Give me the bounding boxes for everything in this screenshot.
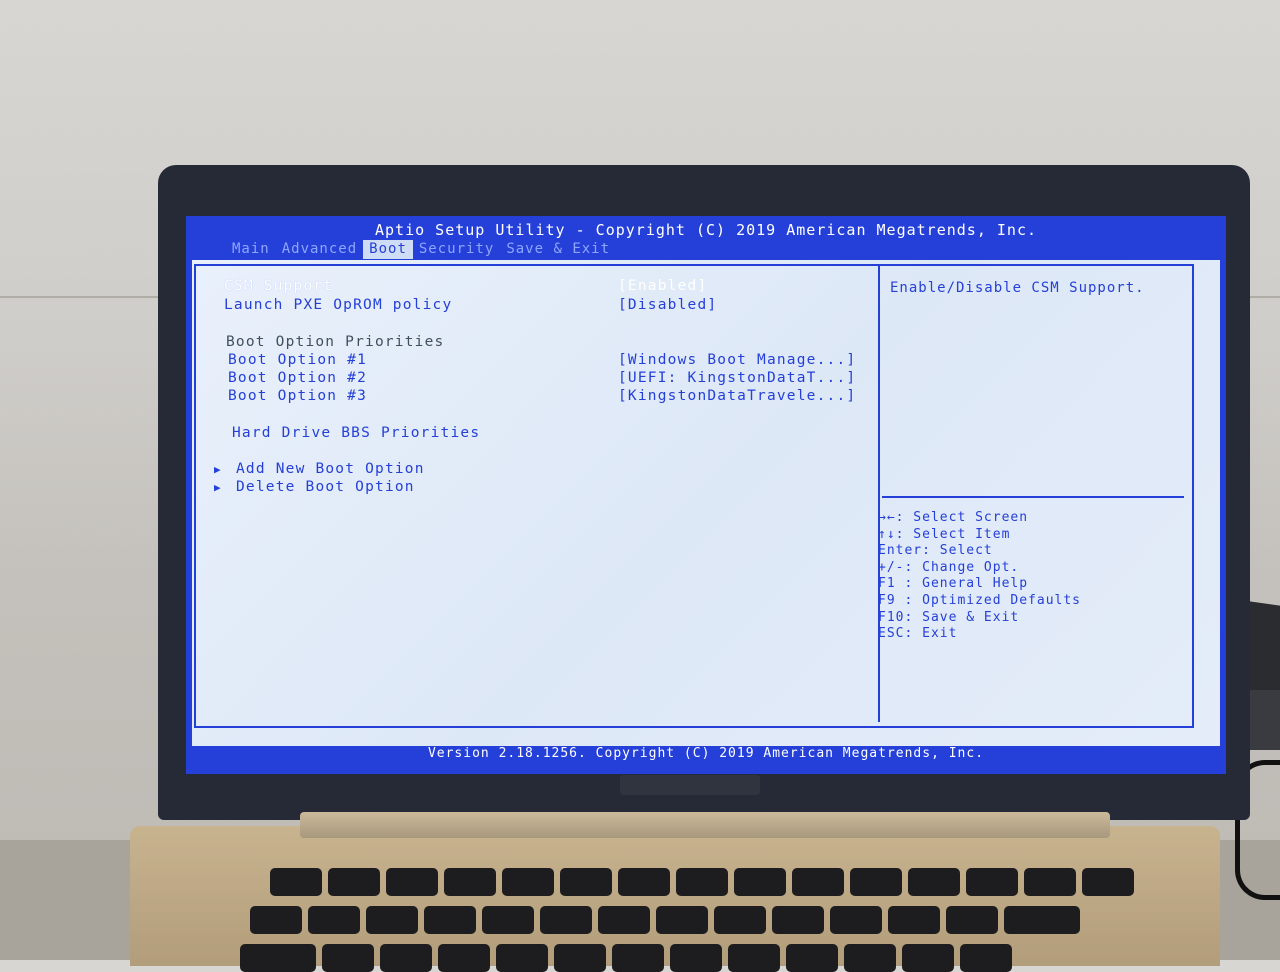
key bbox=[966, 868, 1018, 896]
key bbox=[728, 944, 780, 972]
backspace-key bbox=[1004, 906, 1080, 934]
key bbox=[1024, 868, 1076, 896]
key bbox=[908, 868, 960, 896]
key bbox=[560, 868, 612, 896]
key bbox=[714, 906, 766, 934]
key bbox=[308, 906, 360, 934]
boot-option-3-value[interactable]: [KingstonDataTravele...] bbox=[618, 388, 856, 404]
key bbox=[496, 944, 548, 972]
tab-boot[interactable]: Boot bbox=[363, 240, 413, 259]
boot-priorities-heading: Boot Option Priorities bbox=[226, 334, 445, 350]
key bbox=[960, 944, 1012, 972]
laptop-logo bbox=[620, 775, 760, 795]
key bbox=[850, 868, 902, 896]
hdd-bbs-priorities[interactable]: Hard Drive BBS Priorities bbox=[232, 425, 480, 441]
key-legend-save-exit: F10: Save & Exit bbox=[878, 609, 1020, 625]
key bbox=[250, 906, 302, 934]
help-text: Enable/Disable CSM Support. bbox=[890, 280, 1145, 296]
key bbox=[792, 868, 844, 896]
key bbox=[438, 944, 490, 972]
key bbox=[618, 868, 670, 896]
key bbox=[612, 944, 664, 972]
keyboard-row-top bbox=[240, 944, 1012, 972]
key bbox=[902, 944, 954, 972]
key-legend-select-screen: →←: Select Screen bbox=[878, 510, 1029, 525]
bios-footer: Version 2.18.1256. Copyright (C) 2019 Am… bbox=[427, 746, 985, 761]
main-panel: CSM Support [Enabled] Launch PXE OpROM p… bbox=[192, 260, 1220, 746]
bios-title: Aptio Setup Utility - Copyright (C) 2019… bbox=[374, 221, 1038, 239]
key bbox=[322, 944, 374, 972]
csm-support-value[interactable]: [Enabled] bbox=[618, 278, 707, 294]
keyboard-row-fn bbox=[270, 868, 1134, 896]
key bbox=[270, 868, 322, 896]
boot-option-2-label[interactable]: Boot Option #2 bbox=[228, 370, 367, 386]
submenu-arrow-icon: ▶ bbox=[214, 481, 221, 494]
key bbox=[772, 906, 824, 934]
submenu-arrow-icon: ▶ bbox=[214, 463, 221, 476]
key-legend-esc-exit: ESC: Exit bbox=[878, 626, 958, 642]
boot-option-3-label[interactable]: Boot Option #3 bbox=[228, 388, 367, 404]
key bbox=[844, 944, 896, 972]
key-legend-enter: Enter: Select bbox=[878, 543, 993, 559]
tab-key bbox=[240, 944, 316, 972]
key bbox=[380, 944, 432, 972]
boot-option-1-label[interactable]: Boot Option #1 bbox=[228, 352, 367, 368]
launch-pxe-label[interactable]: Launch PXE OpROM policy bbox=[224, 297, 452, 313]
launch-pxe-value[interactable]: [Disabled] bbox=[618, 297, 717, 313]
laptop-hinge bbox=[300, 812, 1110, 838]
tab-main[interactable]: Main bbox=[226, 240, 276, 259]
key-legend-change-opt: +/-: Change Opt. bbox=[878, 559, 1020, 575]
key bbox=[830, 906, 882, 934]
help-divider bbox=[882, 496, 1184, 498]
tab-security[interactable]: Security bbox=[413, 240, 500, 259]
keyboard bbox=[240, 868, 1210, 972]
key-legend: →←: Select Screen ↑↓: Select Item Enter:… bbox=[878, 510, 1081, 643]
key bbox=[386, 868, 438, 896]
key bbox=[366, 906, 418, 934]
add-new-boot-option[interactable]: Add New Boot Option bbox=[236, 461, 425, 477]
key bbox=[1082, 868, 1134, 896]
csm-support-label[interactable]: CSM Support bbox=[224, 278, 333, 294]
key bbox=[734, 868, 786, 896]
tab-bar: Main Advanced Boot Security Save & Exit bbox=[226, 240, 616, 259]
key bbox=[888, 906, 940, 934]
key bbox=[502, 868, 554, 896]
delete-boot-option[interactable]: Delete Boot Option bbox=[236, 479, 415, 495]
key bbox=[554, 944, 606, 972]
panel-divider-vertical bbox=[878, 266, 880, 722]
keyboard-row-num bbox=[250, 906, 1080, 934]
tab-save-exit[interactable]: Save & Exit bbox=[500, 240, 616, 259]
key bbox=[676, 868, 728, 896]
key bbox=[328, 868, 380, 896]
key bbox=[424, 906, 476, 934]
key bbox=[540, 906, 592, 934]
key bbox=[482, 906, 534, 934]
key bbox=[786, 944, 838, 972]
boot-option-2-value[interactable]: [UEFI: KingstonDataT...] bbox=[618, 370, 856, 386]
key bbox=[598, 906, 650, 934]
key bbox=[444, 868, 496, 896]
key bbox=[946, 906, 998, 934]
boot-option-1-value[interactable]: [Windows Boot Manage...] bbox=[618, 352, 856, 368]
key bbox=[656, 906, 708, 934]
key-legend-select-item: ↑↓: Select Item bbox=[878, 526, 1011, 542]
key-legend-general-help: F1 : General Help bbox=[878, 576, 1029, 592]
tab-advanced[interactable]: Advanced bbox=[276, 240, 363, 259]
key bbox=[670, 944, 722, 972]
key-legend-optimized-defaults: F9 : Optimized Defaults bbox=[878, 592, 1082, 608]
bios-screen: Aptio Setup Utility - Copyright (C) 2019… bbox=[186, 216, 1226, 774]
